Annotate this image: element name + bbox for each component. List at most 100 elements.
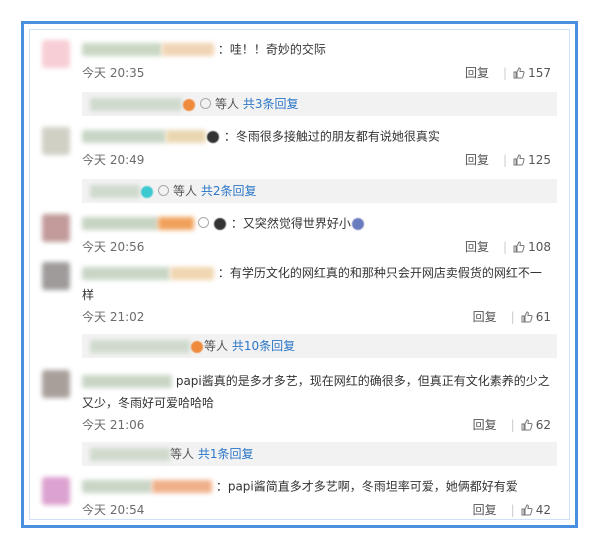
reply-button[interactable]: 回复 bbox=[473, 418, 497, 432]
avatar[interactable] bbox=[42, 40, 70, 68]
comment-text: ：又突然觉得世界好小 bbox=[230, 216, 351, 231]
username[interactable] bbox=[170, 267, 214, 280]
comment-line: ：papi酱简直多才多艺啊，冬雨坦率可爱，她俩都好有爱 bbox=[82, 477, 518, 496]
badge-icon bbox=[158, 185, 169, 196]
comment-item: ：papi酱简直多才多艺啊，冬雨坦率可爱，她俩都好有爱 今天 20:54 回复 |… bbox=[42, 477, 557, 522]
timestamp: 今天 21:02 bbox=[82, 310, 145, 324]
comment-panel: ：哇！！奇妙的交际 今天 20:35 回复 | 157 等人 共3条回复 ：冬雨很多… bbox=[21, 21, 578, 528]
sub-reply-count[interactable]: 共10条回复 bbox=[232, 339, 295, 353]
comment-text: ：papi酱简直多才多艺啊，冬雨坦率可爱，她俩都好有爱 bbox=[215, 479, 518, 494]
reply-button[interactable]: 回复 bbox=[465, 153, 489, 167]
like-button[interactable]: 108 bbox=[513, 240, 551, 254]
sub-reply-count[interactable]: 共3条回复 bbox=[243, 97, 299, 111]
sub-reply-prefix: 等人 bbox=[170, 447, 195, 461]
username bbox=[90, 340, 190, 353]
reply-button[interactable]: 回复 bbox=[465, 240, 489, 254]
sub-reply-bar[interactable]: 等人 共1条回复 bbox=[82, 442, 557, 466]
comment-list: ：哇！！奇妙的交际 今天 20:35 回复 | 157 等人 共3条回复 ：冬雨很多… bbox=[29, 29, 570, 520]
username[interactable] bbox=[82, 130, 166, 143]
username[interactable] bbox=[82, 375, 172, 388]
username[interactable] bbox=[162, 43, 214, 56]
comment-line: ：又突然觉得世界好小 bbox=[82, 214, 365, 233]
panda-emoji-icon bbox=[214, 217, 226, 230]
comment-actions: 回复 | 42 bbox=[472, 503, 551, 517]
like-button[interactable]: 61 bbox=[521, 310, 551, 324]
like-button[interactable]: 62 bbox=[521, 418, 551, 432]
sub-reply-count[interactable]: 共1条回复 bbox=[198, 447, 254, 461]
comment-text: ：哇！！奇妙的交际 bbox=[217, 42, 326, 57]
like-count: 157 bbox=[528, 66, 551, 80]
username[interactable] bbox=[166, 130, 206, 143]
comment-item: ：又突然觉得世界好小 今天 20:56 回复 | 108 bbox=[42, 214, 557, 259]
emoji-icon bbox=[183, 98, 195, 111]
timestamp: 今天 20:56 bbox=[82, 240, 145, 254]
avatar[interactable] bbox=[42, 214, 70, 242]
reply-button[interactable]: 回复 bbox=[473, 310, 497, 324]
emoji-icon bbox=[191, 340, 203, 353]
globe-emoji-icon bbox=[351, 217, 364, 230]
timestamp: 今天 20:35 bbox=[82, 66, 145, 80]
comment-meta: 今天 20:54 回复 | 42 bbox=[82, 501, 551, 519]
comment-line: ：有学历文化的网红真的和那种只会开网店卖假货的网红不一样 bbox=[82, 262, 551, 306]
comment-meta: 今天 21:06 回复 | 62 bbox=[82, 416, 551, 434]
username[interactable] bbox=[82, 480, 152, 493]
like-count: 125 bbox=[528, 153, 551, 167]
timestamp: 今天 20:49 bbox=[82, 153, 145, 167]
avatar[interactable] bbox=[42, 477, 70, 505]
comment-text: ：冬雨很多接触过的朋友都有说她很真实 bbox=[223, 129, 440, 144]
username bbox=[90, 185, 140, 198]
thumbs-up-icon bbox=[513, 154, 525, 166]
thumbs-up-icon bbox=[513, 67, 525, 79]
comment-actions: 回复 | 62 bbox=[472, 418, 551, 432]
panda-emoji-icon bbox=[207, 130, 219, 143]
comment-actions: 回复 | 61 bbox=[472, 310, 551, 324]
comment-item: ：冬雨很多接触过的朋友都有说她很真实 今天 20:49 回复 | 125 bbox=[42, 127, 557, 172]
reply-button[interactable]: 回复 bbox=[473, 503, 497, 517]
thumbs-up-icon bbox=[513, 241, 525, 253]
timestamp: 今天 21:06 bbox=[82, 418, 145, 432]
like-count: 62 bbox=[535, 418, 551, 432]
badge-icon bbox=[200, 98, 211, 109]
like-button[interactable]: 157 bbox=[513, 66, 551, 80]
comment-line: ：冬雨很多接触过的朋友都有说她很真实 bbox=[82, 127, 440, 146]
comment-actions: 回复 | 125 bbox=[465, 153, 551, 167]
comment-line: ：哇！！奇妙的交际 bbox=[82, 40, 326, 59]
avatar[interactable] bbox=[42, 370, 70, 398]
timestamp: 今天 20:54 bbox=[82, 503, 145, 517]
thumbs-up-icon bbox=[521, 419, 533, 431]
comment-meta: 今天 21:02 回复 | 61 bbox=[82, 308, 551, 326]
avatar[interactable] bbox=[42, 262, 70, 290]
thumbs-up-icon bbox=[521, 311, 533, 323]
comment-item: ：有学历文化的网红真的和那种只会开网店卖假货的网红不一样 今天 21:02 回复… bbox=[42, 262, 557, 326]
like-count: 108 bbox=[528, 240, 551, 254]
comment-item: papi酱真的是多才多艺，现在网红的确很多，但真正有文化素养的少之又少，冬雨好可… bbox=[42, 370, 557, 434]
sub-reply-count[interactable]: 共2条回复 bbox=[201, 184, 257, 198]
username[interactable] bbox=[82, 267, 170, 280]
comment-meta: 今天 20:35 回复 | 157 bbox=[82, 64, 551, 82]
reply-button[interactable]: 回复 bbox=[465, 66, 489, 80]
thumbs-up-icon bbox=[521, 504, 533, 516]
username[interactable] bbox=[82, 217, 158, 230]
comment-item: ：哇！！奇妙的交际 今天 20:35 回复 | 157 bbox=[42, 40, 557, 85]
username bbox=[90, 98, 182, 111]
comment-line: papi酱真的是多才多艺，现在网红的确很多，但真正有文化素养的少之又少，冬雨好可… bbox=[82, 370, 551, 414]
sub-reply-prefix: 等人 bbox=[173, 184, 198, 198]
like-button[interactable]: 125 bbox=[513, 153, 551, 167]
like-count: 61 bbox=[535, 310, 551, 324]
badge-icon bbox=[198, 217, 209, 228]
username bbox=[90, 448, 170, 461]
comment-meta: 今天 20:56 回复 | 108 bbox=[82, 238, 551, 256]
sub-reply-bar[interactable]: 等人 共2条回复 bbox=[82, 179, 557, 203]
like-count: 42 bbox=[535, 503, 551, 517]
comment-meta: 今天 20:49 回复 | 125 bbox=[82, 151, 551, 169]
sub-reply-prefix: 等人 bbox=[215, 97, 240, 111]
sub-reply-bar[interactable]: 等人 共10条回复 bbox=[82, 334, 557, 358]
comment-actions: 回复 | 157 bbox=[465, 66, 551, 80]
username[interactable] bbox=[158, 217, 194, 230]
sub-reply-bar[interactable]: 等人 共3条回复 bbox=[82, 92, 557, 116]
username[interactable] bbox=[82, 43, 162, 56]
username[interactable] bbox=[152, 480, 212, 493]
avatar[interactable] bbox=[42, 127, 70, 155]
comment-actions: 回复 | 108 bbox=[465, 240, 551, 254]
like-button[interactable]: 42 bbox=[521, 503, 551, 517]
